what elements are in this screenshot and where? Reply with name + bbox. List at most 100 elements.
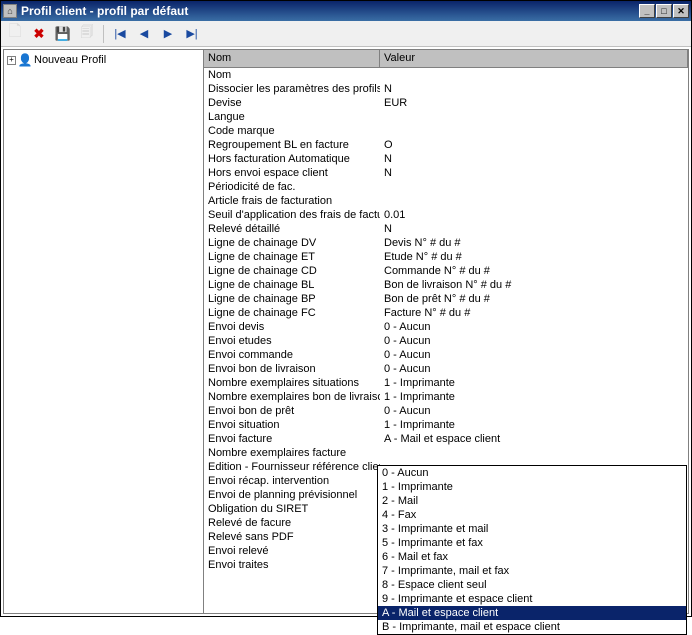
table-row[interactable]: Nombre exemplaires bon de livraison1 - I… bbox=[204, 390, 688, 404]
maximize-button[interactable]: □ bbox=[656, 4, 672, 18]
cell-nom: Hors facturation Automatique bbox=[204, 152, 380, 166]
delete-icon[interactable]: ✖ bbox=[29, 24, 49, 44]
cell-val[interactable] bbox=[380, 68, 688, 82]
cell-nom: Ligne de chainage FC bbox=[204, 306, 380, 320]
table-row[interactable]: Regroupement BL en factureO bbox=[204, 138, 688, 152]
table-row[interactable]: Ligne de chainage FCFacture N° # du # bbox=[204, 306, 688, 320]
cell-val[interactable] bbox=[380, 180, 688, 194]
toolbar-separator bbox=[103, 25, 104, 43]
expand-icon[interactable]: + bbox=[7, 56, 16, 65]
table-row[interactable]: Envoi commande0 - Aucun bbox=[204, 348, 688, 362]
table-row[interactable]: Hors facturation AutomatiqueN bbox=[204, 152, 688, 166]
cell-val[interactable]: 0.01 bbox=[380, 208, 688, 222]
cell-val[interactable]: EUR bbox=[380, 96, 688, 110]
col-header-valeur[interactable]: Valeur bbox=[380, 50, 688, 67]
cell-val[interactable]: 0 - Aucun bbox=[380, 334, 688, 348]
cell-val[interactable]: 0 - Aucun bbox=[380, 404, 688, 418]
nav-prev-icon[interactable]: ◀ bbox=[134, 24, 154, 44]
cell-val[interactable]: 0 - Aucun bbox=[380, 320, 688, 334]
cell-nom: Regroupement BL en facture bbox=[204, 138, 380, 152]
titlebar[interactable]: ⌂ Profil client - profil par défaut _ □ … bbox=[1, 1, 691, 21]
dropdown-option[interactable]: 2 - Mail bbox=[378, 494, 686, 508]
dropdown-option[interactable]: 8 - Espace client seul bbox=[378, 578, 686, 592]
new-icon[interactable]: 🗋 bbox=[5, 24, 25, 44]
cell-nom: Envoi traites bbox=[204, 558, 380, 572]
cell-val[interactable]: Bon de livraison N° # du # bbox=[380, 278, 688, 292]
table-row[interactable]: Ligne de chainage ETEtude N° # du # bbox=[204, 250, 688, 264]
close-button[interactable]: ✕ bbox=[673, 4, 689, 18]
table-row[interactable]: Dissocier les paramètres des profilsN bbox=[204, 82, 688, 96]
table-row[interactable]: Langue bbox=[204, 110, 688, 124]
cell-val[interactable]: 1 - Imprimante bbox=[380, 390, 688, 404]
cell-nom: Ligne de chainage BP bbox=[204, 292, 380, 306]
table-row[interactable]: Envoi bon de livraison0 - Aucun bbox=[204, 362, 688, 376]
dropdown-option[interactable]: 6 - Mail et fax bbox=[378, 550, 686, 564]
cell-val[interactable]: A - Mail et espace client bbox=[380, 432, 688, 446]
cell-nom: Nombre exemplaires situations bbox=[204, 376, 380, 390]
cell-val[interactable]: N bbox=[380, 222, 688, 236]
dropdown-option[interactable]: 3 - Imprimante et mail bbox=[378, 522, 686, 536]
col-header-nom[interactable]: Nom bbox=[204, 50, 380, 67]
table-row[interactable]: Envoi situation1 - Imprimante bbox=[204, 418, 688, 432]
dropdown-option[interactable]: A - Mail et espace client bbox=[378, 606, 686, 620]
dropdown-option[interactable]: B - Imprimante, mail et espace client bbox=[378, 620, 686, 634]
cell-val[interactable] bbox=[380, 110, 688, 124]
cell-val[interactable]: N bbox=[380, 152, 688, 166]
cell-nom: Envoi facture bbox=[204, 432, 380, 446]
cell-val[interactable]: Etude N° # du # bbox=[380, 250, 688, 264]
cell-val[interactable]: 0 - Aucun bbox=[380, 348, 688, 362]
cell-val[interactable]: O bbox=[380, 138, 688, 152]
table-row[interactable]: Nom bbox=[204, 68, 688, 82]
cell-val[interactable]: 0 - Aucun bbox=[380, 362, 688, 376]
table-row[interactable]: Envoi devis0 - Aucun bbox=[204, 320, 688, 334]
save-icon[interactable]: 💾 bbox=[53, 24, 73, 44]
table-row[interactable]: Nombre exemplaires situations1 - Imprima… bbox=[204, 376, 688, 390]
table-row[interactable]: Nombre exemplaires facture bbox=[204, 446, 688, 460]
table-row[interactable]: Ligne de chainage BLBon de livraison N° … bbox=[204, 278, 688, 292]
cell-nom: Ligne de chainage BL bbox=[204, 278, 380, 292]
table-row[interactable]: Ligne de chainage DVDevis N° # du # bbox=[204, 236, 688, 250]
cell-val[interactable] bbox=[380, 194, 688, 208]
table-row[interactable]: Seuil d'application des frais de factur0… bbox=[204, 208, 688, 222]
dropdown-option[interactable]: 0 - Aucun bbox=[378, 466, 686, 480]
copy-icon[interactable]: 🗐 bbox=[77, 24, 97, 44]
cell-nom: Relevé sans PDF bbox=[204, 530, 380, 544]
cell-val[interactable]: Bon de prêt N° # du # bbox=[380, 292, 688, 306]
table-row[interactable]: Hors envoi espace clientN bbox=[204, 166, 688, 180]
dropdown-option[interactable]: 5 - Imprimante et fax bbox=[378, 536, 686, 550]
cell-val[interactable]: Facture N° # du # bbox=[380, 306, 688, 320]
table-row[interactable]: DeviseEUR bbox=[204, 96, 688, 110]
cell-val[interactable]: N bbox=[380, 82, 688, 96]
table-row[interactable]: Relevé détailléN bbox=[204, 222, 688, 236]
table-row[interactable]: Article frais de facturation bbox=[204, 194, 688, 208]
table-row[interactable]: Envoi factureA - Mail et espace client bbox=[204, 432, 688, 446]
cell-nom: Envoi récap. intervention bbox=[204, 474, 380, 488]
dropdown-option[interactable]: 9 - Imprimante et espace client bbox=[378, 592, 686, 606]
tree-root-item[interactable]: + 👤 Nouveau Profil bbox=[6, 52, 201, 68]
table-row[interactable]: Envoi bon de prêt0 - Aucun bbox=[204, 404, 688, 418]
nav-last-icon[interactable]: ▶| bbox=[182, 24, 202, 44]
cell-nom: Envoi etudes bbox=[204, 334, 380, 348]
cell-nom: Ligne de chainage ET bbox=[204, 250, 380, 264]
cell-val[interactable]: Devis N° # du # bbox=[380, 236, 688, 250]
cell-nom: Hors envoi espace client bbox=[204, 166, 380, 180]
minimize-button[interactable]: _ bbox=[639, 4, 655, 18]
dropdown-option[interactable]: 4 - Fax bbox=[378, 508, 686, 522]
cell-val[interactable]: 1 - Imprimante bbox=[380, 376, 688, 390]
cell-val[interactable] bbox=[380, 124, 688, 138]
cell-val[interactable]: N bbox=[380, 166, 688, 180]
cell-nom: Nom bbox=[204, 68, 380, 82]
cell-val[interactable] bbox=[380, 446, 688, 460]
dropdown-option[interactable]: 1 - Imprimante bbox=[378, 480, 686, 494]
dropdown-list[interactable]: 0 - Aucun1 - Imprimante2 - Mail4 - Fax3 … bbox=[377, 465, 687, 635]
table-row[interactable]: Périodicité de fac. bbox=[204, 180, 688, 194]
table-row[interactable]: Ligne de chainage CDCommande N° # du # bbox=[204, 264, 688, 278]
nav-next-icon[interactable]: ▶ bbox=[158, 24, 178, 44]
nav-first-icon[interactable]: |◀ bbox=[110, 24, 130, 44]
table-row[interactable]: Code marque bbox=[204, 124, 688, 138]
cell-val[interactable]: Commande N° # du # bbox=[380, 264, 688, 278]
dropdown-option[interactable]: 7 - Imprimante, mail et fax bbox=[378, 564, 686, 578]
table-row[interactable]: Ligne de chainage BPBon de prêt N° # du … bbox=[204, 292, 688, 306]
cell-val[interactable]: 1 - Imprimante bbox=[380, 418, 688, 432]
table-row[interactable]: Envoi etudes0 - Aucun bbox=[204, 334, 688, 348]
